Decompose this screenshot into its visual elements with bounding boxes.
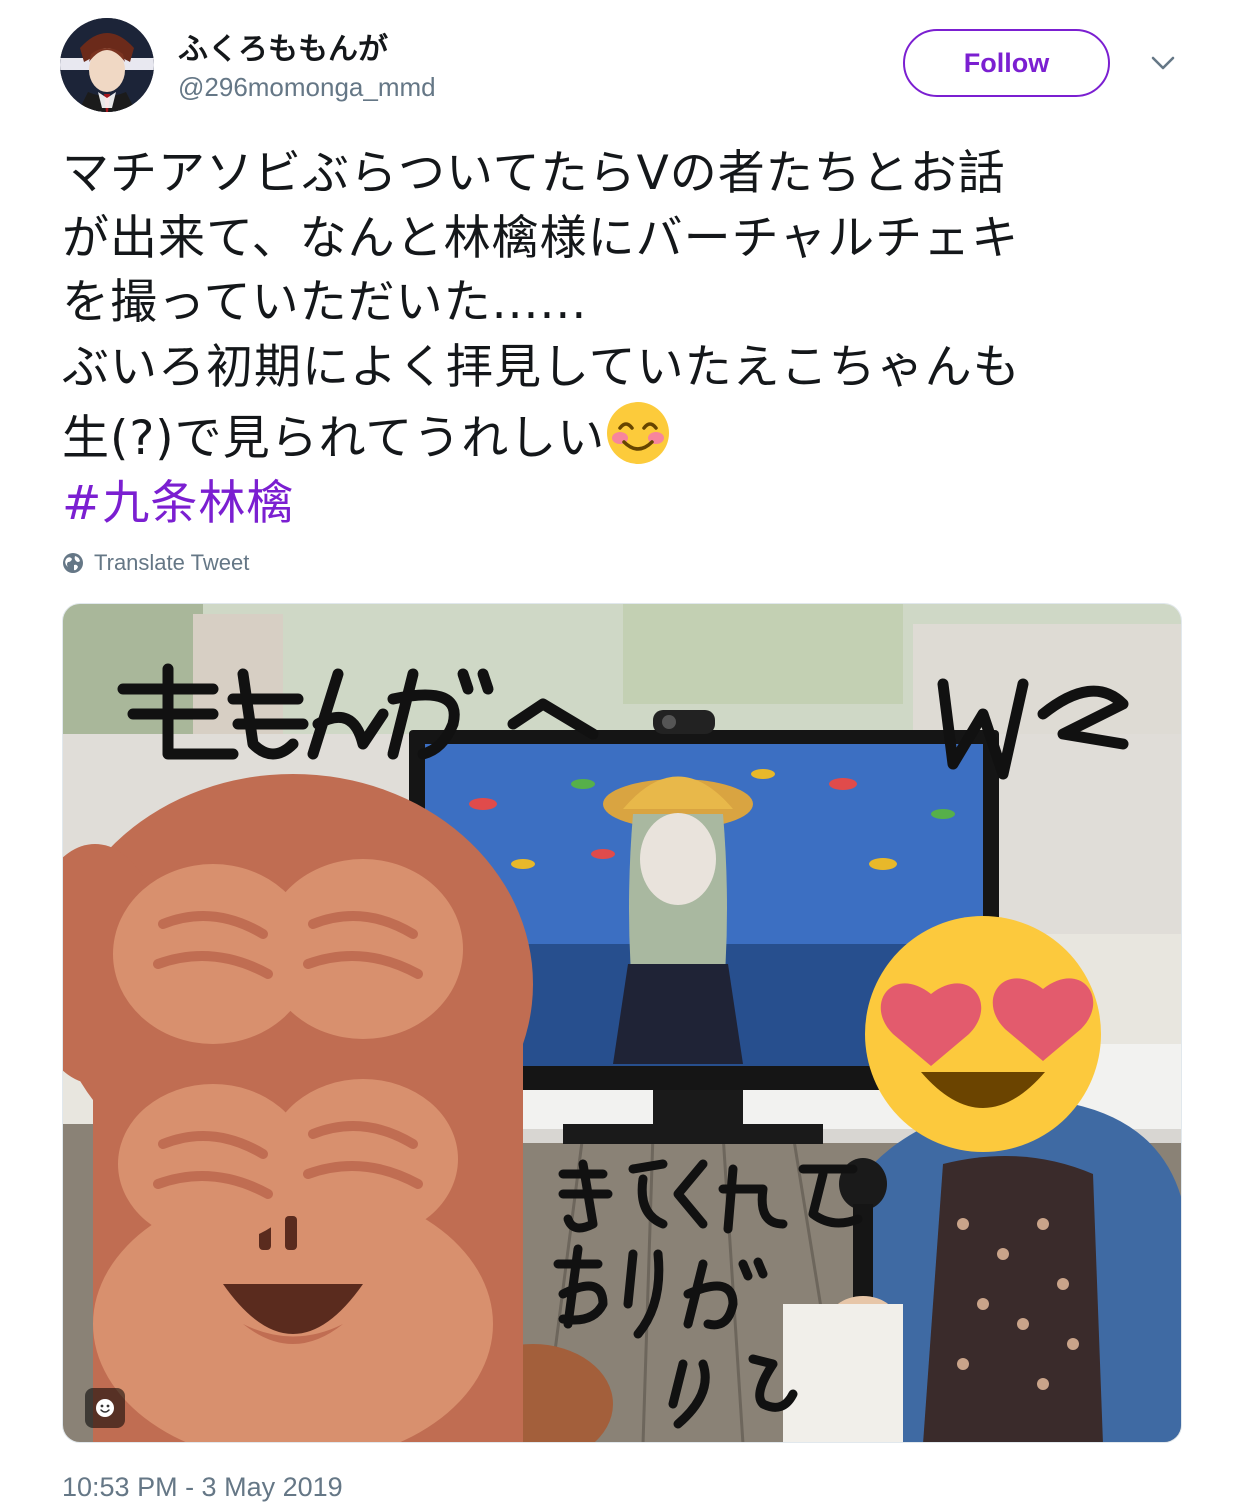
tweet-line: を撮っていただいた......: [62, 275, 588, 330]
hashtag-link[interactable]: #九条林檎: [62, 472, 1192, 537]
tweet-line-with-emoji: 生(?)で見られてうれしい: [62, 400, 1192, 472]
see-no-evil-monkey-emoji: [63, 774, 533, 1442]
tweet-line: が出来て、なんと林檎様にバーチャルチェキ: [62, 210, 1020, 266]
photo-scene: [63, 604, 1181, 1442]
avatar-image: [60, 18, 154, 112]
tweet-text: マチアソビぶらついてたらVの者たちとお話 が出来て、なんと林檎様にバーチャルチェ…: [62, 142, 1192, 536]
tweet-photo[interactable]: [62, 603, 1182, 1443]
smiley-icon: [96, 1399, 114, 1417]
chevron-down-icon[interactable]: [1150, 54, 1176, 72]
user-handle[interactable]: @296momonga_mmd: [178, 72, 436, 103]
smiling-face-emoji: [607, 402, 670, 464]
tweet-line: 生(?)で見られてうれしい: [62, 411, 606, 466]
display-name[interactable]: ふくろももんが: [178, 24, 388, 68]
follow-button[interactable]: Follow: [903, 29, 1110, 97]
translate-label: Translate Tweet: [94, 550, 250, 575]
heart-eyes-emoji: [865, 916, 1101, 1152]
globe-icon: [63, 553, 83, 573]
translate-tweet-link[interactable]: Translate Tweet: [62, 550, 249, 576]
tweet-timestamp[interactable]: 10:53 PM - 3 May 2019: [62, 1472, 343, 1503]
avatar[interactable]: [60, 18, 154, 112]
tweet-line: マチアソビぶらついてたらVの者たちとお話: [62, 146, 1006, 201]
tweet-line: ぶいろ初期によく拝見していたえこちゃんも: [62, 339, 1021, 395]
emoji-badge-icon[interactable]: [85, 1388, 125, 1428]
